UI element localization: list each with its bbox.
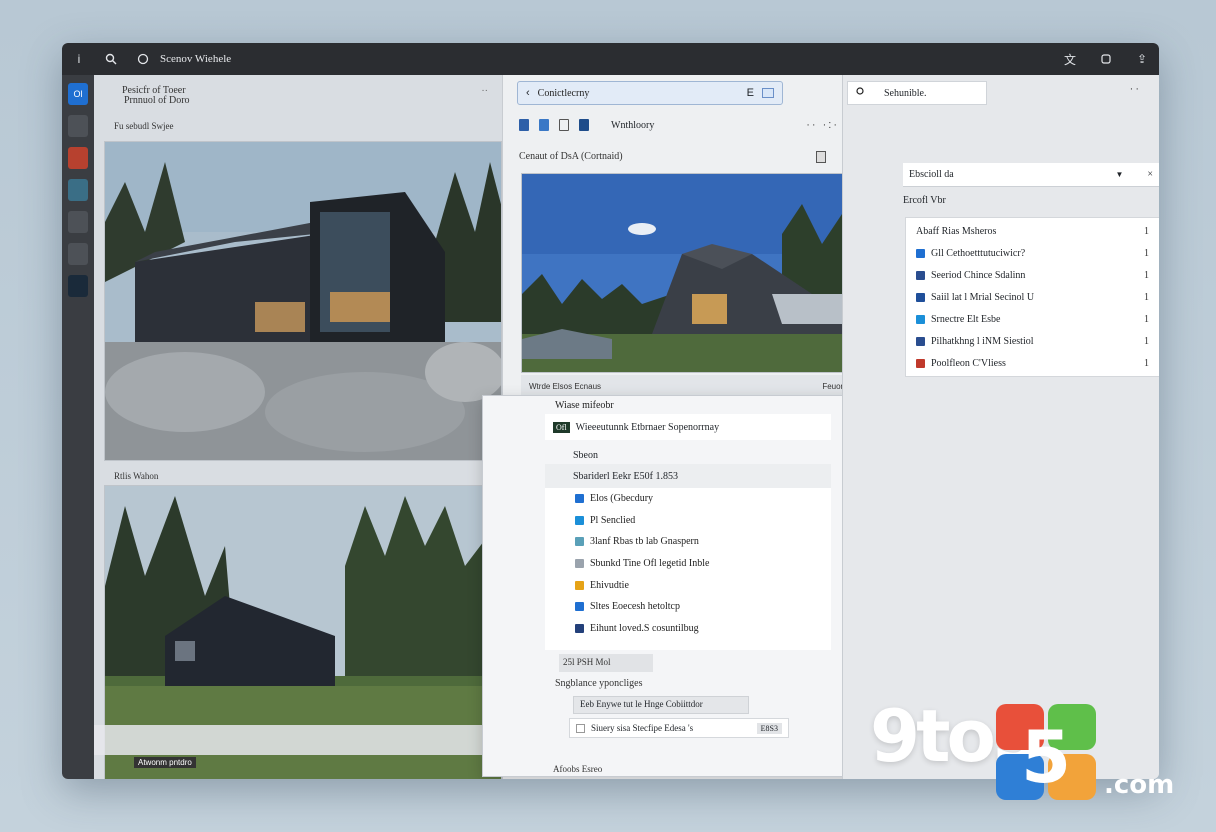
clock-icon[interactable]: [136, 52, 150, 66]
photo-caption: Fu sebudl Swjee: [114, 121, 174, 131]
footer-label: Sngblance yponcliges: [555, 678, 643, 689]
image-icon[interactable]: [68, 115, 88, 137]
trash-icon[interactable]: [816, 151, 826, 163]
option-list: Sbariderl Eekr E50f 1.853 Elos (Gbecdury…: [545, 464, 831, 650]
app-icon: [575, 494, 584, 504]
check-icon[interactable]: [539, 119, 549, 131]
bookmark-icon[interactable]: [519, 119, 529, 131]
tab-search[interactable]: Sehunible.: [847, 81, 987, 105]
more-icon[interactable]: ·· ·:·: [806, 119, 839, 131]
footer-input[interactable]: Siuery sisa Stecfipe Edesa 's E8S3: [569, 718, 789, 738]
image-info-strip: Wtrde Elsos Ecnaus Feuon U: [521, 375, 861, 397]
option-item[interactable]: Sltes Eoecesh hetoltcp: [545, 596, 831, 618]
list-item[interactable]: Saiil lat l Mrial Secinol U1: [906, 286, 1159, 308]
pen-icon[interactable]: [579, 119, 589, 131]
folder-icon: [575, 580, 584, 590]
app-icon: [916, 358, 925, 368]
toolbar-label: Wnthloory: [611, 119, 655, 131]
tab-icon[interactable]: [762, 88, 774, 98]
left-panel: Pesicfr of Toeer Prnnuol of Doro ·· Fu s…: [94, 75, 502, 779]
right-panel: Sehunible. ·· Ebscioll da ▼ × Ercofl Vbr…: [842, 75, 1159, 779]
section-label: Sbeon: [573, 450, 598, 461]
chevron-down-icon[interactable]: ▼: [1115, 170, 1123, 179]
bottom-label: Atwonm pntdro: [134, 757, 196, 768]
filter-value: Ebscioll da: [909, 169, 954, 180]
house-photo-1[interactable]: [104, 141, 502, 461]
app-icon: [575, 515, 584, 525]
window-title: Scenov Wiehele: [160, 53, 232, 65]
dropdown-menu: Wiase mifeobr Ofl Wieeeutunnk Etbrnaer S…: [482, 395, 862, 777]
titlebar: i Scenov Wiehele 文 ⇪: [62, 43, 1159, 75]
watermark-logo: 5: [996, 704, 1096, 800]
middle-toolbar: Wnthloory ·· ·:·: [519, 115, 839, 135]
app-icon: [916, 292, 925, 302]
app-icon: [575, 623, 584, 633]
list-label: Ercofl Vbr: [903, 195, 946, 206]
outlook-icon[interactable]: Ol: [68, 83, 88, 105]
history-icon[interactable]: [1099, 52, 1113, 66]
app-icon: [916, 314, 925, 324]
close-icon[interactable]: ×: [1147, 169, 1153, 180]
page-icon[interactable]: [559, 119, 569, 131]
share-icon[interactable]: ⇪: [1135, 52, 1149, 66]
watermark-suffix: .com: [1104, 770, 1175, 800]
app-icon: [916, 248, 925, 258]
app-icon: [916, 336, 925, 346]
photo-toolbar: [94, 725, 502, 755]
selected-label: Wieeeutunnk Etbrnaer Sopenorrnay: [575, 421, 720, 433]
option-item[interactable]: Eihunt loved.S cosuntilbug: [545, 618, 831, 640]
svg-text:5: 5: [1021, 715, 1071, 799]
option-item[interactable]: Ehivudtie: [545, 574, 831, 596]
tab-label: Sehunible.: [884, 87, 927, 99]
list-item[interactable]: Seeriod Chince Sdalinn 1: [906, 264, 1159, 286]
info-icon[interactable]: i: [72, 52, 86, 66]
option-item[interactable]: Elos (Gbecdury: [545, 488, 831, 510]
option-item[interactable]: Sbunkd Tine Ofl legetid Inble: [545, 553, 831, 575]
app-icon[interactable]: [68, 147, 88, 169]
app-icon: [575, 602, 584, 612]
location-badge: E: [746, 87, 754, 99]
app-icon: [916, 270, 925, 280]
result-list: Abaff Rias Msheros 1 Gll Cethoetttutuciwi…: [905, 217, 1159, 377]
app-window: i Scenov Wiehele 文 ⇪ Ol Pesicfr of Toeer…: [62, 43, 1159, 779]
more-icon[interactable]: ··: [481, 85, 488, 96]
image-caption: Cenaut of DsA (Cortnaid): [519, 151, 623, 162]
filter-field[interactable]: Ebscioll da ▼ ×: [903, 163, 1159, 187]
app-icon[interactable]: [68, 211, 88, 233]
back-arrow-icon[interactable]: ‹: [526, 87, 530, 99]
list-item[interactable]: Srnectre Elt Esbe 1: [906, 308, 1159, 330]
option-item[interactable]: 3lanf Rbas tb lab Gnaspern: [545, 531, 831, 553]
group-header: Sbariderl Eekr E50f 1.853: [545, 464, 831, 488]
footer-input-label: Siuery sisa Stecfipe Edesa 's: [591, 723, 694, 733]
list-item[interactable]: Pilhatkhng l iNM Siestiol 1: [906, 330, 1159, 352]
panel-subheader: Prnnuol of Doro: [124, 95, 190, 106]
list-item[interactable]: Gll Cethoetttutuciwicr? 1: [906, 242, 1159, 264]
selected-badge: Ofl: [553, 421, 570, 433]
footer-chip[interactable]: 25l PSH Mol: [559, 654, 653, 672]
house-photo-3[interactable]: [521, 173, 861, 373]
app-icon[interactable]: [68, 275, 88, 297]
photo-label: Rtlis Wahon: [114, 471, 159, 481]
footer-pill[interactable]: E8S3: [756, 722, 782, 734]
app-icon[interactable]: [68, 179, 88, 201]
list-item[interactable]: Abaff Rias Msheros 1: [906, 220, 1159, 242]
dropdown-header: Wiase mifeobr: [555, 400, 614, 411]
app-icon: [575, 559, 584, 569]
location-text: Conictlecrny: [537, 87, 590, 99]
option-item[interactable]: Pl Senclied: [545, 510, 831, 532]
translate-icon[interactable]: 文: [1063, 52, 1077, 67]
search-icon[interactable]: [104, 52, 118, 66]
more-icon[interactable]: ··: [1130, 83, 1141, 95]
left-rail: Ol: [62, 75, 94, 779]
checkbox[interactable]: [576, 723, 585, 733]
app-icon[interactable]: [68, 243, 88, 265]
location-bar[interactable]: ‹ Conictlecrny E: [517, 81, 783, 105]
list-item[interactable]: Poolfleon C'Vliess 1: [906, 352, 1159, 374]
selected-option[interactable]: Ofl Wieeeutunnk Etbrnaer Sopenorrnay: [545, 414, 831, 440]
search-icon: [856, 86, 866, 100]
app-icon: [575, 537, 584, 547]
footer-field[interactable]: Eeb Enywe tut le Hnge Cobiittdor: [573, 696, 749, 714]
footer-note: Afoobs Esreo: [553, 764, 603, 774]
strip-label: Wtrde Elsos Ecnaus: [529, 381, 602, 391]
